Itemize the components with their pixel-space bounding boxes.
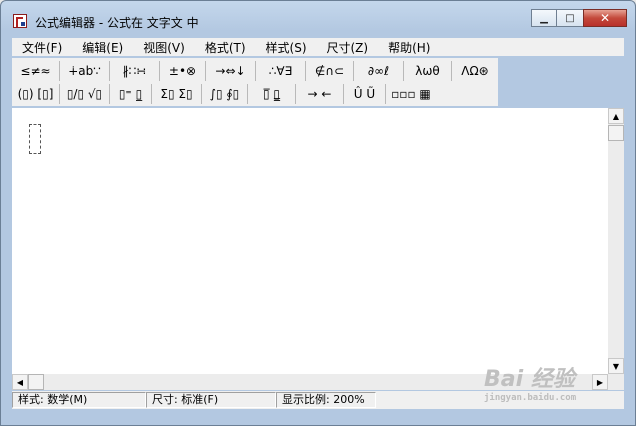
close-button[interactable]: ✕ bbox=[583, 9, 627, 27]
menu-bar: 文件(F) 编辑(E) 视图(V) 格式(T) 样式(S) 尺寸(Z) 帮助(H… bbox=[12, 38, 624, 56]
product-templates-button[interactable]: Û Ũ bbox=[344, 84, 386, 104]
status-zoom: 显示比例: 200% bbox=[276, 392, 376, 408]
toolbar-empty-area bbox=[498, 58, 624, 106]
window-controls: ▁ □ ✕ bbox=[531, 9, 627, 29]
maximize-button[interactable]: □ bbox=[557, 9, 583, 27]
symbol-palette-row: ≤≠≈ ∔ab∵ ∦∷∺ ±•⊗ →⇔↓ ∴∀∃ ∉∩⊂ ∂∞ℓ λωθ ΛΩ⊛ bbox=[12, 60, 498, 82]
equation-editing-area[interactable] bbox=[12, 108, 608, 374]
logical-symbols-button[interactable]: ∴∀∃ bbox=[256, 61, 306, 81]
app-icon[interactable] bbox=[13, 14, 27, 28]
window-title: 公式编辑器 - 公式在 文字文 中 bbox=[35, 16, 199, 30]
arrow-symbols-button[interactable]: →⇔↓ bbox=[206, 61, 256, 81]
menu-help[interactable]: 帮助(H) bbox=[378, 39, 440, 56]
template-palette-row: (▯) [▯] ▯/▯ √▯ ▯⁼ ▯̲ Σ▯ Σ▯ ∫▯ ∮▯ ▯̅ ▯̳ →… bbox=[12, 83, 436, 105]
greek-uppercase-button[interactable]: ΛΩ⊛ bbox=[452, 61, 498, 81]
horizontal-scroll-thumb[interactable] bbox=[28, 374, 44, 390]
integral-templates-button[interactable]: ∫▯ ∮▯ bbox=[202, 84, 248, 104]
menu-format[interactable]: 格式(T) bbox=[195, 39, 256, 56]
vertical-scroll-thumb[interactable] bbox=[608, 125, 624, 141]
baidu-jingyan-watermark: Bai 经验 jingyan.baidu.com bbox=[484, 355, 614, 407]
title-bar[interactable]: 公式编辑器 - 公式在 文字文 中 ▁ □ ✕ bbox=[1, 1, 635, 39]
scroll-left-icon[interactable]: ◀ bbox=[12, 374, 28, 390]
menu-edit[interactable]: 编辑(E) bbox=[72, 39, 133, 56]
bar-templates-button[interactable]: ▯̅ ▯̳ bbox=[248, 84, 296, 104]
script-templates-button[interactable]: ▯⁼ ▯̲ bbox=[110, 84, 152, 104]
minimize-button[interactable]: ▁ bbox=[531, 9, 557, 27]
labeled-arrow-templates-button[interactable]: → ← bbox=[296, 84, 344, 104]
menu-view[interactable]: 视图(V) bbox=[133, 39, 195, 56]
greek-lowercase-button[interactable]: λωθ bbox=[404, 61, 452, 81]
watermark-brand: Bai 经验 bbox=[484, 367, 575, 392]
misc-symbols-button[interactable]: ∂∞ℓ bbox=[354, 61, 404, 81]
operator-symbols-button[interactable]: ±•⊗ bbox=[160, 61, 206, 81]
watermark-url: jingyan.baidu.com bbox=[484, 393, 577, 403]
fence-templates-button[interactable]: (▯) [▯] bbox=[12, 84, 60, 104]
equation-input-slot[interactable] bbox=[29, 124, 41, 154]
set-theory-symbols-button[interactable]: ∉∩⊂ bbox=[306, 61, 354, 81]
relational-symbols-button[interactable]: ≤≠≈ bbox=[12, 61, 60, 81]
menu-size[interactable]: 尺寸(Z) bbox=[317, 39, 379, 56]
vertical-scrollbar[interactable]: ▲ ▼ bbox=[608, 108, 624, 374]
fraction-radical-templates-button[interactable]: ▯/▯ √▯ bbox=[60, 84, 110, 104]
matrix-templates-button[interactable]: ▫▫▫ ▦ bbox=[386, 84, 436, 104]
spaces-ellipses-button[interactable]: ∔ab∵ bbox=[60, 61, 110, 81]
menu-file[interactable]: 文件(F) bbox=[12, 39, 72, 56]
status-style: 样式: 数学(M) bbox=[12, 392, 146, 408]
menu-style[interactable]: 样式(S) bbox=[256, 39, 317, 56]
embellishments-button[interactable]: ∦∷∺ bbox=[110, 61, 160, 81]
symbol-toolbar: ≤≠≈ ∔ab∵ ∦∷∺ ±•⊗ →⇔↓ ∴∀∃ ∉∩⊂ ∂∞ℓ λωθ ΛΩ⊛… bbox=[12, 58, 498, 106]
scroll-up-icon[interactable]: ▲ bbox=[608, 108, 624, 124]
summation-templates-button[interactable]: Σ▯ Σ▯ bbox=[152, 84, 202, 104]
status-size: 尺寸: 标准(F) bbox=[146, 392, 276, 408]
